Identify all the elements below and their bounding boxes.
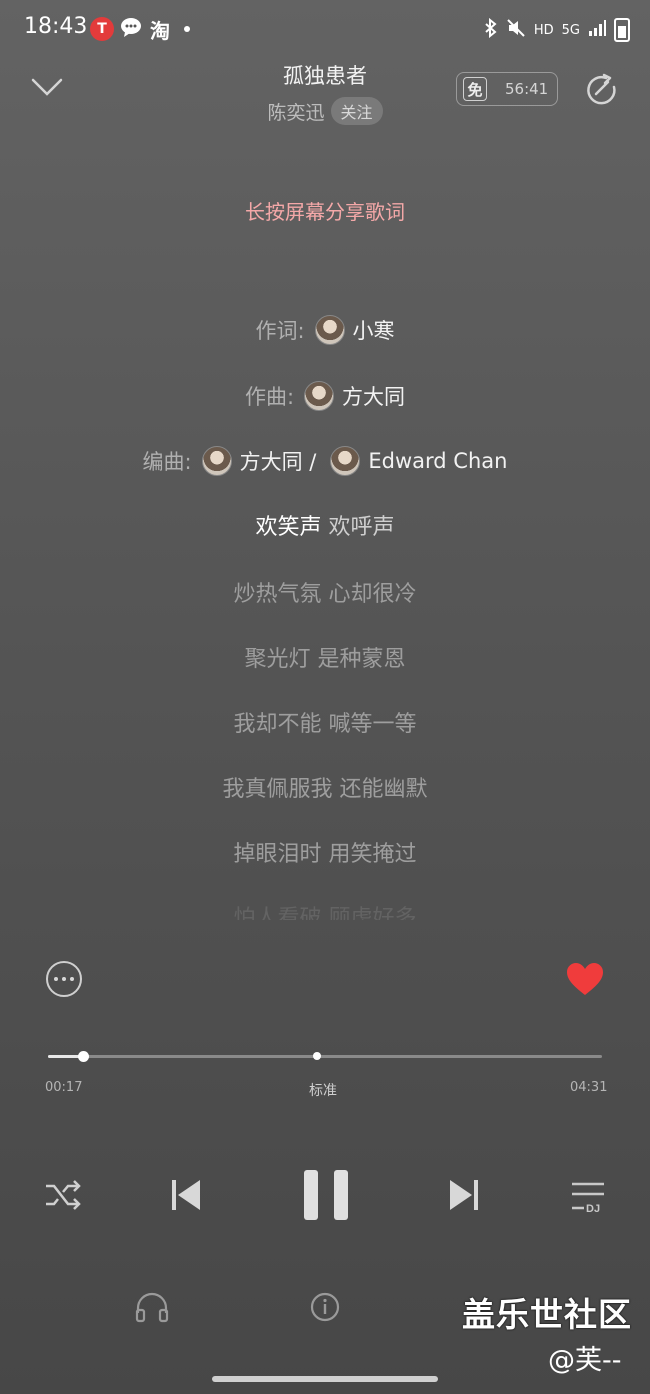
info-icon [310,1292,340,1322]
follow-button[interactable]: 关注 [330,97,383,125]
shuffle-icon [46,1180,81,1210]
avatar[interactable] [201,446,232,476]
more-dot-icon [54,977,58,981]
arranger-name-1[interactable]: 方大同 / [240,446,317,476]
headphones-button[interactable] [135,1291,169,1323]
clock: 18:43 [24,14,88,39]
system-icons: HD 5G [484,17,630,42]
battery-icon [614,18,630,42]
share-icon [587,73,616,105]
tesla-app-icon: T [90,17,114,41]
lyric-line: 怕人看破 顾虑好多 [233,906,417,920]
bluetooth-icon [484,17,498,42]
free-tag: 免 [463,77,487,101]
signal-icon [588,20,606,40]
previous-button[interactable] [170,1178,202,1212]
song-info-button[interactable] [310,1292,340,1322]
avatar[interactable] [330,446,361,476]
headphones-icon [135,1292,169,1323]
watermark-title: 盖乐世社区 [462,1295,632,1334]
playlist-dj-button[interactable]: DJ [570,1180,606,1216]
arranger-label: 编曲: [142,450,192,474]
shuffle-button[interactable] [44,1178,82,1212]
wechat-icon [120,16,144,43]
progress-marker [313,1052,321,1060]
composer-name[interactable]: 方大同 [342,381,405,411]
status-bar: 18:43 T 淘 HD 5G [0,0,650,58]
network-label: 5G [561,22,580,38]
like-button[interactable] [566,962,604,996]
watermark-user: @芙-- [548,1345,622,1376]
more-options-button[interactable] [46,961,82,997]
lyric-line: 我却不能 喊等一等 [233,712,417,737]
lyricist-name[interactable]: 小寒 [353,315,395,345]
lyricist-credit: 作词: 小寒 [0,315,650,345]
lyric-line: 炒热气氛 心却很冷 [233,582,417,607]
progress-knob[interactable] [78,1051,89,1062]
pause-icon [304,1170,348,1220]
quality-selector[interactable]: 标准 [309,1080,337,1100]
more-notifications-dot [184,26,190,32]
dj-label: DJ [586,1203,600,1215]
progress-track[interactable] [48,1055,602,1058]
lyric-text: 欢笑声 [255,515,322,540]
composer-label: 作曲: [244,385,295,409]
arranger-name-2[interactable]: Edward Chan [368,449,507,473]
duration-time: 04:31 [570,1080,608,1095]
arranger-credit: 编曲: 方大同 / Edward Chan [0,446,650,476]
lyric-text: 欢呼声 [328,515,395,540]
hd-label: HD [533,22,554,38]
notification-icons: T 淘 [90,16,190,43]
taobao-icon: 淘 [150,18,170,43]
next-icon [450,1180,478,1210]
current-lyric-line: 欢笑声 欢呼声 [0,509,650,541]
heart-icon [567,963,603,995]
lyric-line: 掉眼泪时 用笑掩过 [233,842,417,867]
composer-credit: 作曲: 方大同 [0,381,650,411]
mute-icon [506,18,526,42]
avatar[interactable] [314,315,345,345]
share-button[interactable] [584,72,620,108]
more-dot-icon [62,977,66,981]
lyric-line: 聚光灯 是种蒙恩 [244,647,406,672]
pause-button[interactable] [302,1168,350,1222]
share-lyrics-hint: 长按屏幕分享歌词 [245,200,405,224]
free-listening-badge[interactable]: 免 56:41 [456,72,558,106]
playlist-icon: DJ [572,1182,604,1215]
artist-name[interactable]: 陈奕迅 [267,98,324,125]
more-dot-icon [70,977,74,981]
next-button[interactable] [448,1178,480,1212]
free-time-remaining: 56:41 [505,80,549,98]
lyric-line: 我真佩服我 还能幽默 [222,777,428,802]
lyricist-label: 作词: [255,319,305,343]
previous-icon [172,1180,200,1210]
home-indicator[interactable] [212,1376,438,1382]
avatar[interactable] [304,381,335,411]
elapsed-time: 00:17 [45,1080,83,1095]
